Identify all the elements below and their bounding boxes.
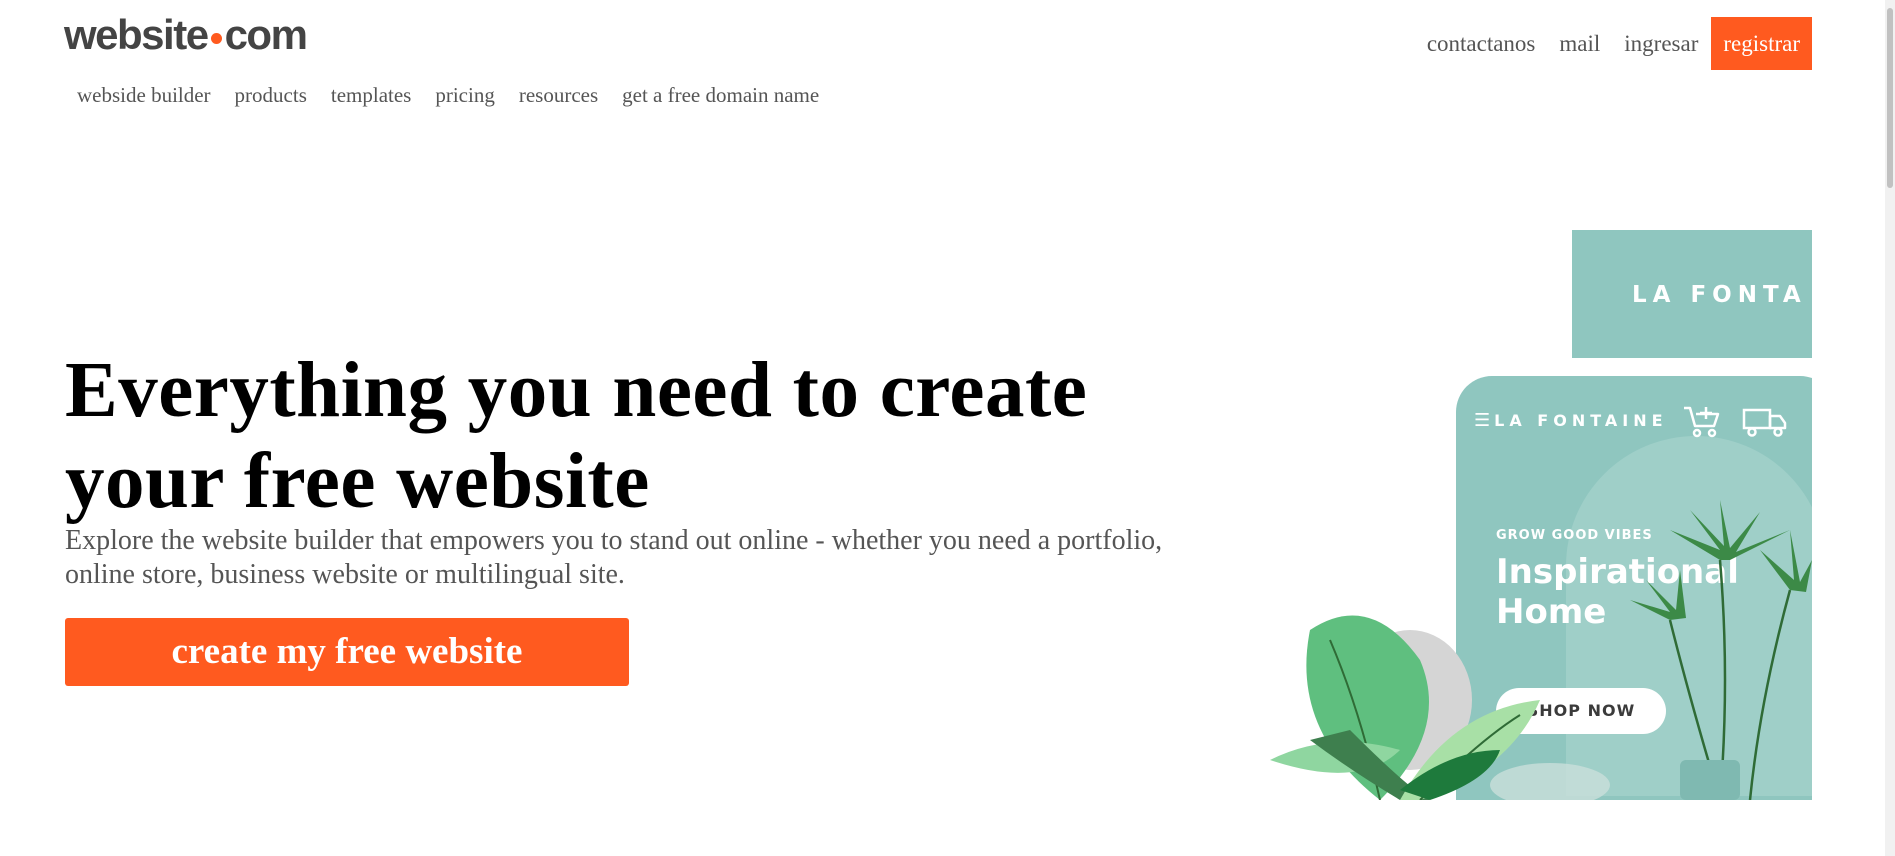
register-button[interactable]: registrar [1711, 17, 1812, 70]
nav-item-templates[interactable]: templates [319, 80, 423, 110]
nav-item-website-builder[interactable]: webside builder [65, 80, 223, 110]
top-nav: contactanos mail ingresar registrar [1415, 17, 1812, 70]
nav-link-ingresar[interactable]: ingresar [1612, 17, 1710, 70]
plant-decoration [1270, 500, 1812, 800]
nav-item-free-domain[interactable]: get a free domain name [610, 80, 831, 110]
create-website-button[interactable]: create my free website [65, 618, 629, 686]
logo-dot-icon [210, 32, 222, 44]
logo-text-com: com [224, 11, 308, 58]
nav-link-mail[interactable]: mail [1547, 17, 1612, 70]
main-nav: webside builder products templates prici… [65, 80, 831, 110]
logo-text-website: website [64, 11, 209, 58]
hero-illustration: LA FONTA ☰ LA FONTAINE GROW GOOD VIBES I… [1250, 230, 1812, 800]
nav-item-resources[interactable]: resources [507, 80, 610, 110]
hero-title: Everything you need to create your free … [65, 347, 1088, 525]
hero-subtitle: Explore the website builder that empower… [65, 525, 1163, 590]
scrollbar-thumb[interactable] [1887, 8, 1893, 188]
page-scrollbar[interactable] [1885, 0, 1895, 856]
nav-item-pricing[interactable]: pricing [423, 80, 506, 110]
nav-item-products[interactable]: products [223, 80, 319, 110]
site-logo[interactable]: website com [64, 11, 308, 58]
nav-link-contactanos[interactable]: contactanos [1415, 17, 1548, 70]
